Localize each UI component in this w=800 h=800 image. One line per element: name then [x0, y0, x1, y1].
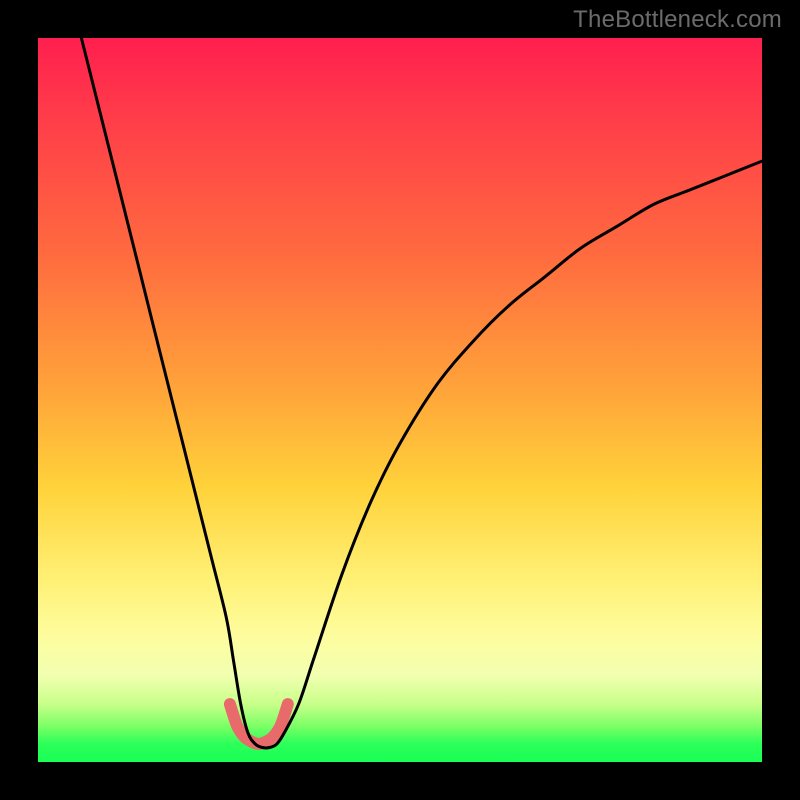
curve-svg [38, 38, 762, 762]
bottleneck-curve-path [81, 38, 762, 748]
chart-frame: TheBottleneck.com [0, 0, 800, 800]
confidence-band-path [230, 704, 288, 744]
plot-area [38, 38, 762, 762]
watermark-text: TheBottleneck.com [573, 6, 782, 34]
